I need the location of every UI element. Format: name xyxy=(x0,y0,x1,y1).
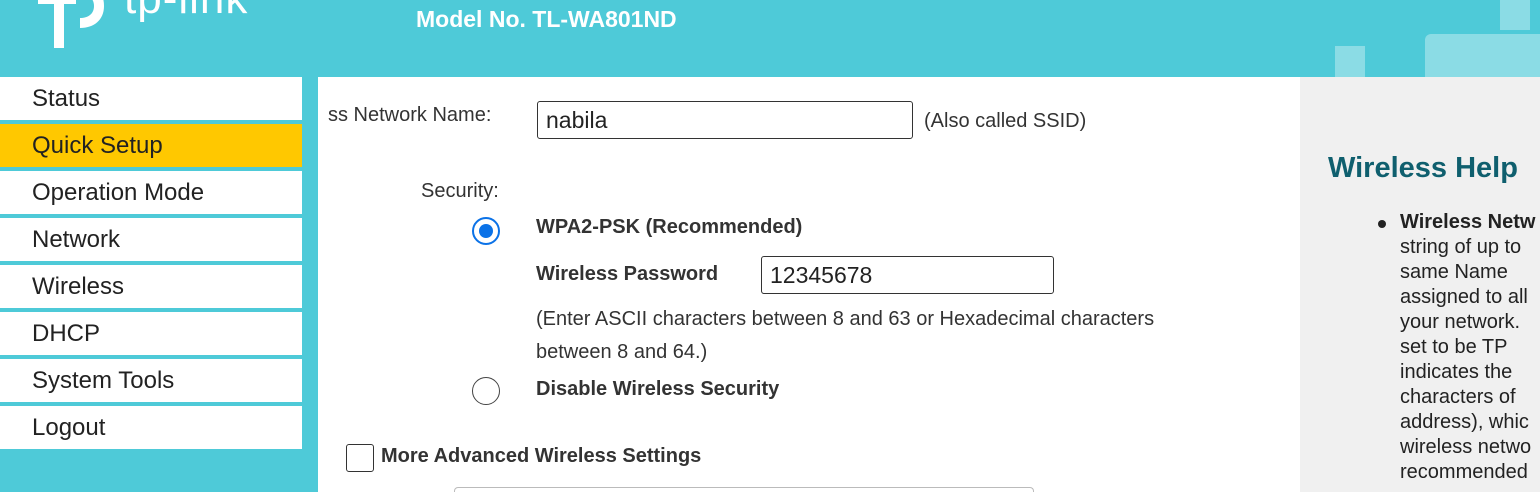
disable-security-label: Disable Wireless Security xyxy=(536,378,780,400)
advanced-settings-panel-edge xyxy=(454,487,1034,492)
header-decoration xyxy=(1500,0,1530,30)
sidebar-item-status[interactable]: Status xyxy=(0,77,302,120)
advanced-settings-checkbox[interactable] xyxy=(346,444,374,472)
help-text-line: address), whic xyxy=(1400,411,1529,433)
advanced-settings-label: More Advanced Wireless Settings xyxy=(381,445,702,467)
header-decoration xyxy=(1335,46,1365,77)
logo-text: tp-link xyxy=(124,0,248,24)
network-name-label: ss Network Name: xyxy=(328,104,492,126)
help-title: Wireless Help xyxy=(1328,152,1518,184)
help-text-line: wireless netwo xyxy=(1400,436,1532,458)
sidebar-item-wireless[interactable]: Wireless xyxy=(0,265,302,308)
password-hint-line2: between 8 and 64.) xyxy=(536,341,708,363)
wpa2-psk-radio[interactable] xyxy=(472,217,500,245)
sidebar-item-quick-setup[interactable]: Quick Setup xyxy=(0,124,302,167)
wireless-password-label: Wireless Password xyxy=(536,263,719,285)
disable-security-radio[interactable] xyxy=(472,377,500,405)
model-number: Model No. TL-WA801ND xyxy=(416,6,677,32)
help-text-line: your network. xyxy=(1400,311,1521,333)
tp-link-logo-icon xyxy=(38,0,104,48)
sidebar-item-dhcp[interactable]: DHCP xyxy=(0,312,302,355)
sidebar-item-logout[interactable]: Logout xyxy=(0,406,302,449)
wpa2-psk-label: WPA2-PSK (Recommended) xyxy=(536,216,803,238)
help-text-line: recommended xyxy=(1400,461,1528,483)
help-text-line: indicates the xyxy=(1400,361,1513,383)
help-text-line: string of up to xyxy=(1400,236,1522,258)
help-text-line: Wireless Netw xyxy=(1400,211,1536,233)
password-hint-line1: (Enter ASCII characters between 8 and 63… xyxy=(536,308,1155,330)
network-name-input[interactable]: nabila xyxy=(537,101,913,139)
wireless-password-input[interactable]: 12345678 xyxy=(761,256,1054,294)
sidebar-item-system-tools[interactable]: System Tools xyxy=(0,359,302,402)
help-panel: Wireless Help Wireless Netw string of up… xyxy=(1300,77,1540,492)
tp-link-logo: tp-link xyxy=(28,0,288,54)
help-text-line: characters of xyxy=(1400,386,1516,408)
header-bar: tp-link Model No. TL-WA801ND xyxy=(0,0,1540,77)
sidebar-item-operation-mode[interactable]: Operation Mode xyxy=(0,171,302,214)
security-label: Security: xyxy=(421,180,499,202)
ssid-note: (Also called SSID) xyxy=(924,110,1087,132)
help-text-line: assigned to all xyxy=(1400,286,1528,308)
help-text-line: same Name xyxy=(1400,261,1508,283)
bullet-icon xyxy=(1378,220,1386,228)
main-content: ss Network Name: nabila (Also called SSI… xyxy=(318,77,1300,492)
header-decoration xyxy=(1425,34,1540,77)
help-text-line: set to be TP xyxy=(1400,336,1508,358)
sidebar-item-network[interactable]: Network xyxy=(0,218,302,261)
